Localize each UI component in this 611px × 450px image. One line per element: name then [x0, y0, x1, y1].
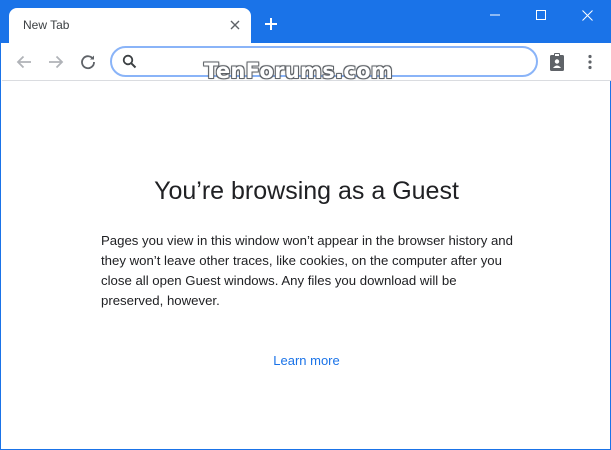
back-arrow-icon[interactable] — [11, 49, 37, 75]
title-bar: New Tab — [1, 0, 611, 43]
page-title: You’re browsing as a Guest — [154, 177, 459, 205]
maximize-icon[interactable] — [518, 0, 564, 30]
close-icon[interactable] — [227, 17, 243, 33]
plus-icon[interactable] — [259, 12, 283, 36]
search-icon — [122, 54, 137, 69]
tab-new-tab[interactable]: New Tab — [9, 8, 251, 43]
guest-description: Pages you view in this window won’t appe… — [101, 233, 513, 308]
more-menu-icon[interactable] — [577, 49, 603, 75]
tab-title: New Tab — [23, 18, 70, 32]
learn-more-link[interactable]: Learn more — [2, 353, 611, 368]
forward-arrow-icon[interactable] — [43, 49, 69, 75]
reload-icon[interactable] — [75, 49, 101, 75]
omnibox[interactable] — [110, 46, 538, 77]
window-close-icon[interactable] — [564, 0, 610, 30]
browser-window: New Tab TenForums.com You’re browsing as… — [0, 0, 611, 450]
guest-page: You’re browsing as a Guest Pages you vie… — [2, 81, 611, 449]
clipboard-profile-icon[interactable] — [544, 49, 570, 75]
minimize-icon[interactable] — [472, 0, 518, 30]
address-input[interactable] — [146, 51, 530, 73]
toolbar — [2, 43, 611, 81]
